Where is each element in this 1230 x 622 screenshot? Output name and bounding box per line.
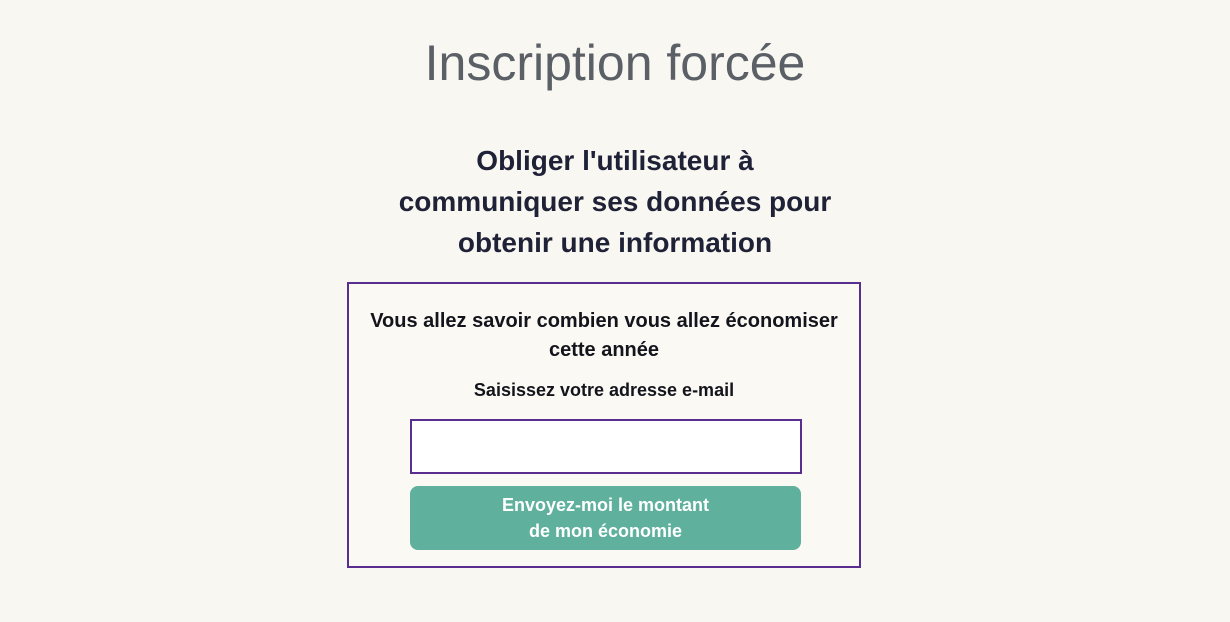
dialog-heading: Vous allez savoir combien vous allez éco…	[349, 307, 859, 365]
dialog-heading-line: Vous allez savoir combien vous allez éco…	[370, 310, 838, 332]
button-label-line: Envoyez-moi le montant	[501, 495, 710, 515]
subtitle-line: Obliger l'utilisateur à	[476, 145, 754, 176]
button-label-line: de mon économie	[528, 521, 683, 541]
subtitle-line: communiquer ses données pour	[398, 186, 832, 217]
email-input[interactable]	[410, 419, 802, 474]
subtitle-line: obtenir une information	[457, 227, 773, 258]
send-savings-button[interactable]: Envoyez-moi le montant de mon économie	[410, 486, 801, 550]
page-subtitle: Obliger l'utilisateur à communiquer ses …	[340, 140, 890, 263]
dialog-heading-line: cette année	[548, 339, 660, 361]
page-title: Inscription forcée	[424, 35, 806, 91]
email-label: Saisissez votre adresse e-mail	[473, 380, 735, 400]
email-capture-dialog: Vous allez savoir combien vous allez éco…	[347, 282, 861, 568]
